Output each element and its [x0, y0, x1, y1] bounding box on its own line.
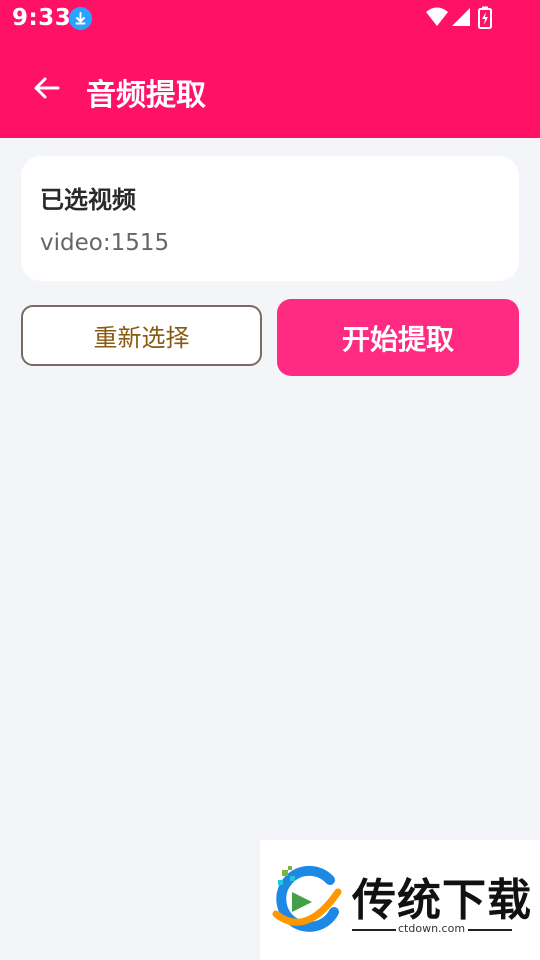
watermark-url: ctdown.com [398, 922, 466, 935]
watermark-brand: 传统下载 [352, 875, 532, 926]
download-icon [69, 7, 92, 30]
reselect-button[interactable]: 重新选择 [21, 305, 262, 366]
status-bar: 9:33 [0, 0, 540, 38]
status-icons [426, 6, 492, 29]
selected-video-card: 已选视频 video:1515 [21, 156, 519, 281]
selected-video-name: video:1515 [40, 230, 170, 256]
watermark-divider [352, 929, 396, 931]
start-extract-button[interactable]: 开始提取 [277, 299, 519, 376]
signal-icon [452, 8, 470, 26]
arrow-left-icon[interactable] [28, 72, 68, 104]
battery-charging-icon [478, 6, 492, 29]
app-bar: 9:33 音频提取 [0, 0, 540, 138]
selected-video-title: 已选视频 [40, 186, 136, 214]
watermark: 传统下载 ctdown.com [260, 840, 540, 960]
status-time: 9:33 [12, 5, 72, 31]
page-title: 音频提取 [86, 78, 206, 113]
toolbar: 音频提取 [0, 56, 540, 120]
watermark-logo-icon [272, 865, 342, 932]
wifi-icon [426, 7, 448, 26]
watermark-divider [468, 929, 512, 931]
